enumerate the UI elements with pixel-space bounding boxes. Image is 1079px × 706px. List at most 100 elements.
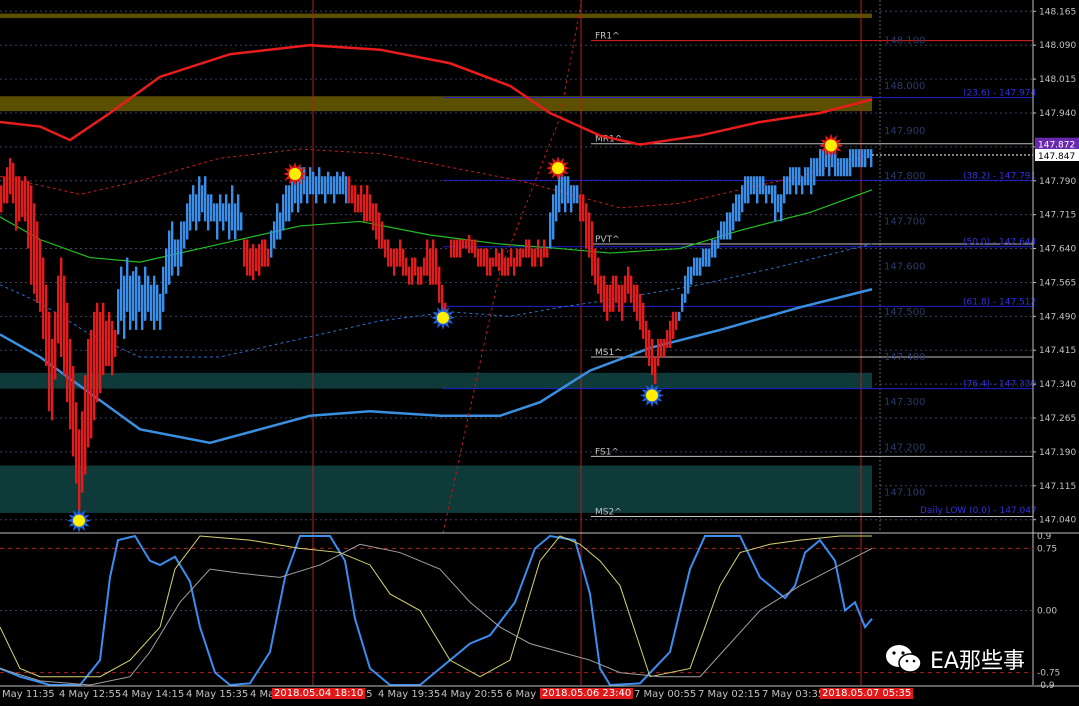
price-bar	[252, 244, 255, 281]
price-bar	[585, 203, 588, 249]
price-bar	[87, 338, 90, 448]
price-bar	[636, 284, 639, 321]
price-bar	[846, 158, 849, 177]
price-bar	[270, 230, 273, 258]
price-bar	[99, 311, 102, 394]
price-bar	[405, 257, 408, 276]
grid-price-label: 147.400	[884, 352, 925, 363]
signal-core	[646, 389, 658, 402]
price-bar	[462, 239, 465, 249]
price-bar	[234, 203, 237, 240]
price-bar	[63, 275, 66, 376]
signal-core	[289, 167, 301, 180]
price-bar	[177, 239, 180, 276]
price-bar	[378, 212, 381, 249]
price-axis-label: 147.190	[1039, 448, 1076, 458]
grid-price-label: 147.600	[884, 262, 925, 273]
price-bar	[657, 338, 660, 367]
price-bar	[522, 248, 525, 258]
time-axis: May 11:35 4 May 12:55 4 May 14:15 4 May …	[0, 687, 1079, 706]
price-bar	[699, 257, 702, 276]
price-bar	[501, 248, 504, 276]
time-marker: 2018.05.06 23:40	[540, 688, 634, 699]
price-bar	[789, 167, 792, 195]
price-bar	[393, 248, 396, 276]
price-bar	[240, 212, 243, 231]
price-bar	[414, 257, 417, 276]
price-bar	[450, 239, 453, 258]
line-upper-band	[0, 43, 873, 146]
price-bar	[735, 194, 738, 222]
price-bar	[690, 266, 693, 285]
watermark: EA那些事	[884, 643, 1025, 675]
signal-core	[73, 514, 85, 527]
price-bar	[231, 185, 234, 231]
price-bar	[129, 275, 132, 330]
price-axis-label: 147.940	[1039, 109, 1076, 119]
grid-price-label: 147.300	[884, 397, 925, 408]
price-bar	[594, 248, 597, 285]
price-bar	[726, 212, 729, 240]
price-bar	[600, 275, 603, 303]
price-chart-canvas[interactable]: FR1^MR1^PVT^MS1^FS1^MS2^(23.6) - 147.974…	[0, 0, 1079, 706]
price-bar	[810, 158, 813, 195]
price-bar	[588, 212, 591, 258]
price-bar	[561, 176, 564, 204]
price-bar	[315, 176, 318, 204]
watermark-text: EA那些事	[930, 649, 1025, 674]
price-bar	[165, 248, 168, 294]
grid-price-label: 147.800	[884, 171, 925, 182]
price-bar	[318, 167, 321, 195]
time-marker: 2018.05.04 18:10	[272, 688, 366, 699]
price-bar	[207, 194, 210, 231]
price-bar	[777, 194, 780, 213]
price-bar	[534, 248, 537, 267]
price-bar	[111, 320, 114, 376]
price-bar	[243, 239, 246, 267]
price-bar	[282, 194, 285, 231]
price-bar	[645, 320, 648, 358]
price-bar	[402, 248, 405, 276]
price-bar	[360, 185, 363, 213]
price-axis-label: 148.015	[1039, 75, 1076, 85]
price-bar	[531, 248, 534, 267]
price-bar	[552, 194, 555, 240]
price-bar	[339, 176, 342, 195]
fib-level-label: (61.8) - 147.512	[963, 297, 1036, 307]
grid-price-label: 147.100	[884, 488, 925, 499]
price-bar	[618, 284, 621, 312]
time-label: 7 May 02:15	[698, 689, 761, 700]
price-bar	[171, 221, 174, 276]
price-bar	[483, 248, 486, 267]
price-bar	[117, 289, 120, 335]
daily-low-label: Daily LOW (0.0) - 147.047	[920, 506, 1037, 516]
price-bar	[81, 411, 84, 493]
price-bar	[495, 248, 498, 267]
price-bar	[267, 248, 270, 267]
price-bar	[222, 203, 225, 231]
price-bar	[822, 149, 825, 177]
price-bar	[135, 266, 138, 330]
price-bar	[771, 185, 774, 204]
price-bar	[639, 293, 642, 330]
price-axis-label: 147.490	[1039, 312, 1076, 322]
price-bar	[546, 248, 549, 258]
price-bar	[396, 248, 399, 267]
price-bar	[423, 257, 426, 276]
price-bar	[201, 185, 204, 213]
price-bar	[36, 221, 39, 303]
price-axis-label: 148.165	[1039, 7, 1076, 17]
price-bar	[666, 329, 669, 348]
price-bar	[477, 248, 480, 267]
price-bar	[627, 266, 630, 294]
price-bar	[309, 167, 312, 195]
price-bar	[48, 311, 51, 412]
price-bar	[708, 248, 711, 267]
price-bar	[795, 167, 798, 195]
price-bar	[372, 203, 375, 231]
price-bar	[570, 185, 573, 213]
osc-axis-label: -0.75	[1037, 669, 1060, 679]
price-bar	[195, 194, 198, 231]
price-bar	[18, 176, 21, 222]
price-bar	[429, 248, 432, 285]
